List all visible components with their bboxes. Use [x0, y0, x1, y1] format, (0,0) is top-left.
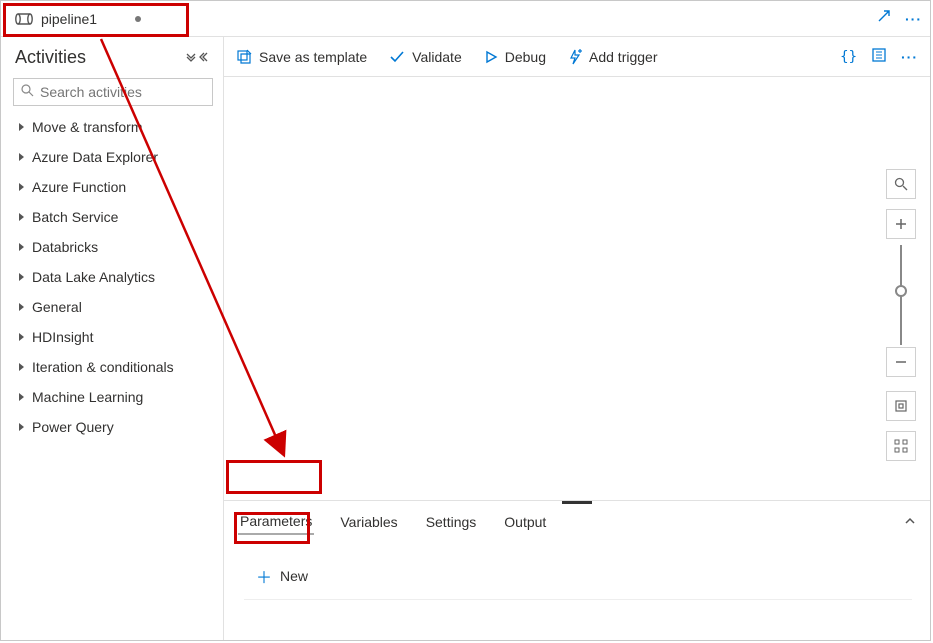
activity-category[interactable]: Azure Data Explorer [1, 142, 223, 172]
debug-button[interactable]: Debug [484, 49, 546, 65]
minimap-button[interactable] [886, 431, 916, 461]
add-trigger-button[interactable]: Add trigger [568, 49, 657, 65]
add-trigger-label: Add trigger [589, 49, 657, 65]
pipeline-tab[interactable]: pipeline1 [9, 1, 155, 36]
activities-sidebar: Activities Move & transform Azure Data Ex… [1, 37, 224, 640]
search-icon [21, 84, 34, 100]
panel-tab-parameters[interactable]: Parameters [238, 509, 314, 535]
caret-right-icon [19, 243, 24, 251]
divider [244, 599, 912, 600]
activity-category[interactable]: Databricks [1, 232, 223, 262]
activity-label: General [32, 299, 82, 315]
properties-button[interactable] [871, 47, 887, 66]
save-template-label: Save as template [259, 49, 367, 65]
panel-tab-settings[interactable]: Settings [424, 510, 479, 534]
debug-label: Debug [505, 49, 546, 65]
activity-label: Iteration & conditionals [32, 359, 174, 375]
toolbar-more-menu[interactable]: ··· [901, 49, 918, 65]
zoom-thumb[interactable] [895, 285, 907, 297]
activity-label: Move & transform [32, 119, 142, 135]
caret-right-icon [19, 363, 24, 371]
new-label: New [280, 568, 308, 584]
properties-panel: Parameters Variables Settings Output ＋ New [224, 500, 930, 640]
zoom-in-button[interactable] [886, 209, 916, 239]
caret-right-icon [19, 303, 24, 311]
validate-label: Validate [412, 49, 462, 65]
code-view-button[interactable]: {} [840, 49, 857, 65]
activity-label: Databricks [32, 239, 98, 255]
caret-right-icon [19, 273, 24, 281]
save-as-template-button[interactable]: Save as template [236, 49, 367, 65]
expand-icon[interactable] [877, 9, 891, 28]
pipeline-icon [15, 12, 33, 26]
caret-right-icon [19, 213, 24, 221]
play-icon [484, 50, 498, 64]
search-input[interactable] [13, 78, 213, 106]
caret-right-icon [19, 333, 24, 341]
activity-category[interactable]: Move & transform [1, 112, 223, 142]
activity-label: Azure Function [32, 179, 126, 195]
activity-category[interactable]: Machine Learning [1, 382, 223, 412]
title-bar: pipeline1 ··· [1, 1, 930, 37]
unsaved-dot-icon [135, 16, 141, 22]
caret-right-icon [19, 393, 24, 401]
caret-right-icon [19, 183, 24, 191]
activity-category[interactable]: Data Lake Analytics [1, 262, 223, 292]
activity-label: Azure Data Explorer [32, 149, 158, 165]
zoom-out-button[interactable] [886, 347, 916, 377]
collapse-panel-icon[interactable] [904, 515, 916, 530]
fit-to-screen-button[interactable] [886, 391, 916, 421]
activity-category[interactable]: HDInsight [1, 322, 223, 352]
activity-label: HDInsight [32, 329, 93, 345]
plus-icon: ＋ [256, 564, 272, 588]
new-parameter-button[interactable]: ＋ New [242, 559, 322, 593]
activity-category[interactable]: Batch Service [1, 202, 223, 232]
pipeline-title: pipeline1 [41, 11, 97, 27]
activity-category[interactable]: Azure Function [1, 172, 223, 202]
template-icon [236, 49, 252, 65]
activity-label: Power Query [32, 419, 114, 435]
activity-label: Batch Service [32, 209, 118, 225]
panel-tab-output[interactable]: Output [502, 510, 548, 534]
canvas-search-button[interactable] [886, 169, 916, 199]
activity-category[interactable]: Iteration & conditionals [1, 352, 223, 382]
activity-label: Data Lake Analytics [32, 269, 155, 285]
canvas-toolbar: Save as template Validate Debug Add trig… [224, 37, 930, 77]
activity-category[interactable]: General [1, 292, 223, 322]
activity-category[interactable]: Power Query [1, 412, 223, 442]
caret-right-icon [19, 153, 24, 161]
more-menu[interactable]: ··· [905, 11, 922, 27]
caret-right-icon [19, 123, 24, 131]
activity-label: Machine Learning [32, 389, 143, 405]
caret-right-icon [19, 423, 24, 431]
chevron-down-double-icon[interactable] [185, 50, 197, 66]
trigger-icon [568, 49, 582, 65]
zoom-controls [886, 169, 916, 461]
zoom-slider[interactable] [900, 245, 902, 345]
resize-grip[interactable] [562, 501, 592, 504]
validate-button[interactable]: Validate [389, 49, 462, 65]
sidebar-title: Activities [15, 47, 185, 68]
collapse-sidebar-icon[interactable] [199, 50, 211, 66]
pipeline-canvas[interactable] [224, 77, 930, 500]
check-icon [389, 49, 405, 65]
panel-tab-variables[interactable]: Variables [338, 510, 399, 534]
